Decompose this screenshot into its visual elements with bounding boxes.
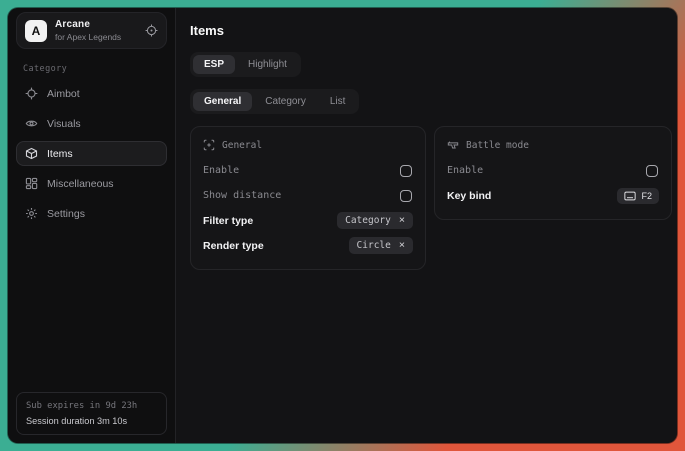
- close-icon[interactable]: ×: [399, 215, 405, 226]
- sidebar-nav: Aimbot Visuals: [16, 81, 167, 231]
- render-type-select[interactable]: Circle ×: [349, 237, 413, 254]
- sidebar-item-items[interactable]: Items: [16, 141, 167, 166]
- app-subtitle: for Apex Legends: [55, 32, 121, 42]
- sub-expiry-text: Sub expires in 9d 23h: [26, 401, 157, 411]
- setting-row-battle-enable: Enable: [447, 159, 659, 182]
- general-panel-header: General: [203, 139, 413, 151]
- setting-label: Filter type: [203, 215, 253, 227]
- sidebar-item-visuals[interactable]: Visuals: [16, 111, 167, 136]
- filter-type-select[interactable]: Category ×: [337, 212, 413, 229]
- sidebar-item-label: Visuals: [47, 118, 81, 130]
- eye-icon: [25, 117, 38, 130]
- app-meta: Arcane for Apex Legends: [55, 19, 121, 42]
- gear-icon: [25, 207, 38, 220]
- sidebar: A Arcane for Apex Legends Category: [8, 8, 176, 443]
- setting-row-key-bind: Key bind F2: [447, 184, 659, 207]
- desktop-background: A Arcane for Apex Legends Category: [0, 0, 685, 451]
- setting-label: Enable: [203, 165, 239, 176]
- filter-type-value: Category: [345, 215, 391, 226]
- keybind-button[interactable]: F2: [617, 188, 659, 204]
- battle-enable-checkbox[interactable]: [646, 165, 658, 177]
- app-header-card: A Arcane for Apex Legends: [16, 12, 167, 49]
- sidebar-item-label: Aimbot: [47, 88, 80, 100]
- panels-row: General Enable Show distance Filter type…: [190, 126, 672, 270]
- session-duration-text: Session duration 3m 10s: [26, 416, 157, 426]
- setting-label: Enable: [447, 165, 483, 176]
- setting-label: Key bind: [447, 190, 491, 202]
- app-logo: A: [25, 20, 47, 42]
- category-section-label: Category: [23, 64, 160, 74]
- battle-mode-panel: Battle mode Enable Key bind: [434, 126, 672, 220]
- battle-panel-title: Battle mode: [466, 140, 529, 151]
- setting-row-enable: Enable: [203, 159, 413, 182]
- keyboard-icon: [624, 191, 636, 201]
- mode-tab-group: ESP Highlight: [190, 52, 301, 77]
- sidebar-item-settings[interactable]: Settings: [16, 201, 167, 226]
- setting-row-render-type: Render type Circle ×: [203, 234, 413, 257]
- tab-esp[interactable]: ESP: [193, 55, 235, 74]
- render-type-value: Circle: [357, 240, 391, 251]
- setting-row-show-distance: Show distance: [203, 184, 413, 207]
- box-icon: [25, 147, 38, 160]
- app-name: Arcane: [55, 19, 121, 30]
- setting-row-filter-type: Filter type Category ×: [203, 209, 413, 232]
- viewfinder-icon: [203, 139, 215, 151]
- sidebar-item-label: Settings: [47, 208, 85, 220]
- view-tab-group: General Category List: [190, 89, 359, 114]
- enable-checkbox[interactable]: [400, 165, 412, 177]
- setting-label: Render type: [203, 240, 264, 252]
- sidebar-item-aimbot[interactable]: Aimbot: [16, 81, 167, 106]
- keybind-value: F2: [641, 191, 652, 201]
- gun-icon: [447, 139, 459, 151]
- app-window: A Arcane for Apex Legends Category: [8, 8, 677, 443]
- tab-category[interactable]: Category: [254, 92, 317, 111]
- general-panel: General Enable Show distance Filter type…: [190, 126, 426, 270]
- page-title: Items: [190, 23, 672, 38]
- tab-highlight[interactable]: Highlight: [237, 55, 298, 74]
- close-icon[interactable]: ×: [399, 240, 405, 251]
- battle-panel-header: Battle mode: [447, 139, 659, 151]
- general-panel-title: General: [222, 140, 262, 151]
- sidebar-item-label: Items: [47, 148, 73, 160]
- tab-general[interactable]: General: [193, 92, 252, 111]
- sidebar-item-miscellaneous[interactable]: Miscellaneous: [16, 171, 167, 196]
- crosshair-icon: [25, 87, 38, 100]
- target-icon[interactable]: [145, 24, 158, 37]
- sidebar-item-label: Miscellaneous: [47, 178, 114, 190]
- session-info-card: Sub expires in 9d 23h Session duration 3…: [16, 392, 167, 435]
- main-content: Items ESP Highlight General Category Lis…: [176, 8, 677, 443]
- setting-label: Show distance: [203, 190, 281, 201]
- show-distance-checkbox[interactable]: [400, 190, 412, 202]
- tab-list[interactable]: List: [319, 92, 357, 111]
- grid-icon: [25, 177, 38, 190]
